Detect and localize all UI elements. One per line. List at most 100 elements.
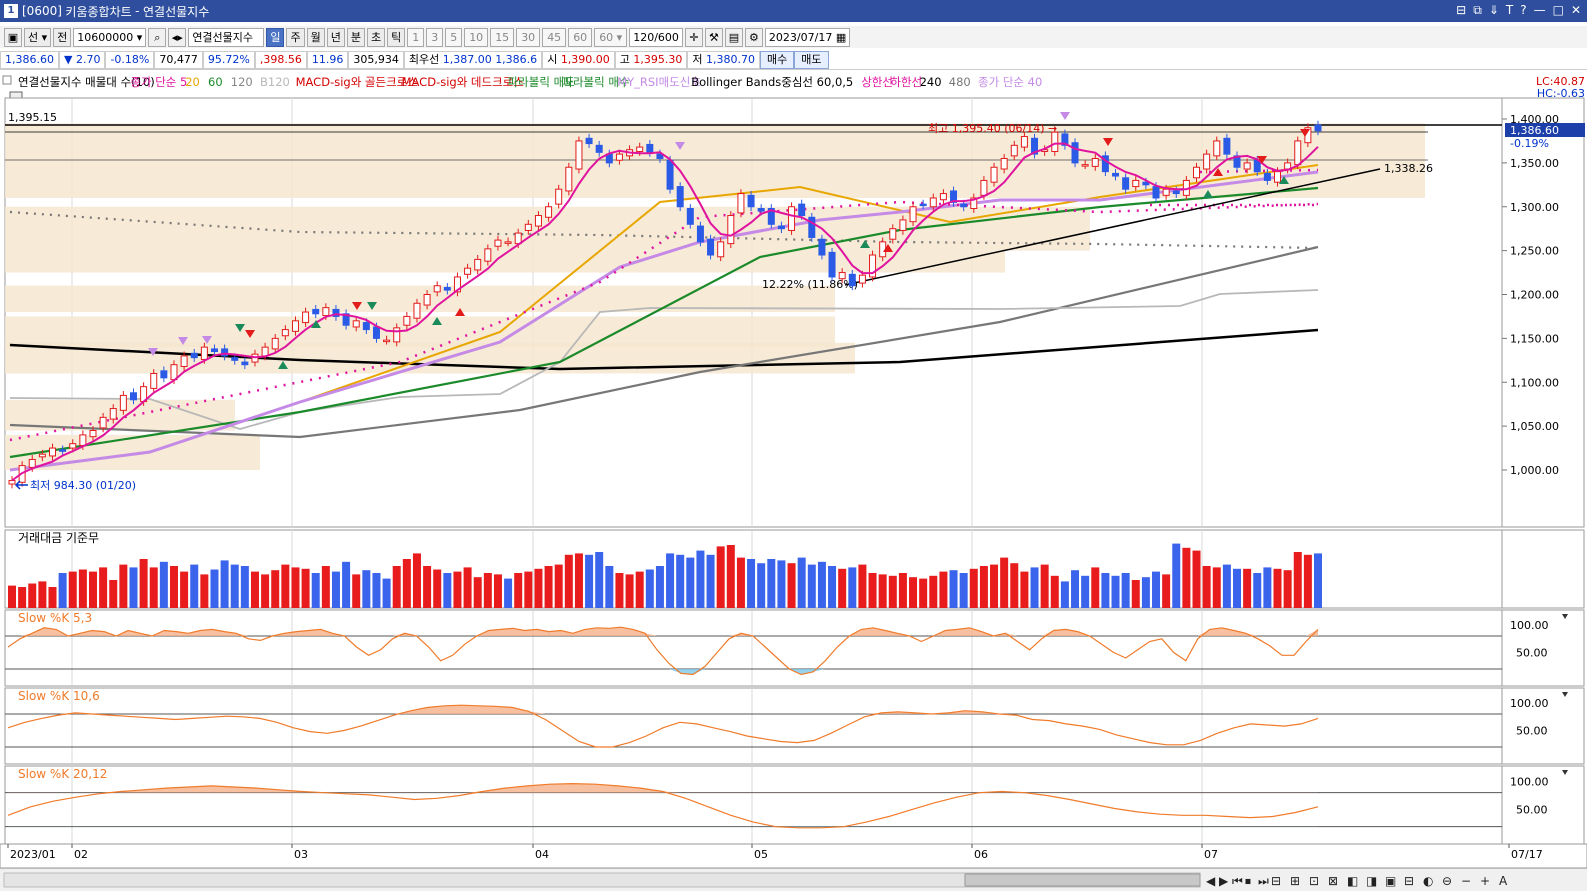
period-year-button[interactable]: 년 (326, 27, 345, 47)
chart-area[interactable]: 연결선물지수 매물대 수(10) 종가 단순 5 20 60 120 B120 MACD-s… (0, 72, 1587, 869)
bottom-tool-icon-7[interactable]: ⊡ (1309, 874, 1319, 888)
interval-1-button[interactable]: 1 (407, 27, 425, 47)
bottom-tool-icon-16[interactable]: + (1480, 874, 1490, 888)
chart-layout-icon[interactable]: ▣ (4, 27, 22, 47)
bottom-tool-icon-3[interactable]: ⏹ (1245, 874, 1251, 888)
candle-body (200, 346, 208, 360)
bottom-tool-icon-11[interactable]: ▣ (1385, 874, 1396, 888)
candle-body (929, 197, 937, 208)
bottom-tool-icon-6[interactable]: ⊞ (1290, 874, 1300, 888)
volume-bar (585, 554, 594, 608)
last-pct-tag: -0.19% (1510, 137, 1549, 150)
interval-15-button[interactable]: 15 (490, 27, 515, 47)
volume-bar (48, 587, 57, 608)
volume-bar (1101, 573, 1110, 608)
bottom-tool-icon-12[interactable]: ⊟ (1404, 874, 1414, 888)
volume-bar (271, 570, 280, 608)
bottom-tool-icon-13[interactable]: ◐ (1423, 874, 1433, 888)
interval-3-button[interactable]: 3 (426, 27, 444, 47)
x-axis-label-1: 02 (74, 848, 88, 861)
bottom-tool-icon-1[interactable]: ▶ (1219, 874, 1229, 888)
crosshair-icon[interactable]: ✛ (684, 27, 703, 47)
volume-bar (8, 585, 16, 608)
interval-60-button[interactable]: 60 (568, 27, 593, 47)
volume-bar (382, 578, 391, 608)
code-input[interactable]: 10600000 ▾ (73, 27, 147, 47)
bottom-tool-icon-5[interactable]: ⊟ (1271, 874, 1281, 888)
candle-body (393, 327, 401, 343)
candle-body (302, 311, 310, 324)
bottom-tool-icon-8[interactable]: ⊠ (1328, 874, 1338, 888)
legend-toggle-icon (2, 75, 12, 85)
date-field[interactable]: 2023/07/17 ▦ (764, 27, 851, 47)
horizontal-scroll-thumb[interactable] (964, 873, 1201, 887)
last-price-tag: 1,386.60 (1510, 124, 1559, 137)
volume-bar (473, 577, 482, 608)
instrument-name-field[interactable]: 연결선물지수 (188, 27, 265, 47)
candle-body (1051, 131, 1059, 152)
bottom-scrollbar[interactable]: ◀ ▶ ⏮ ⏹ ⏭ ⊟ ⊞ ⊡ ⊠ ◧ ◨ ▣ ⊟ ◐ ⊖ − + A (0, 868, 1587, 891)
window-close-button[interactable]: ✕ (1571, 3, 1581, 18)
save-icon[interactable]: ▤ (724, 27, 743, 47)
period-tick-button[interactable]: 틱 (387, 27, 406, 47)
best-label: 최우선 (408, 52, 440, 66)
line-type-select[interactable]: 선 ▾ (24, 27, 52, 47)
bottom-tool-icon-4[interactable]: ⏭ (1258, 874, 1269, 888)
period-week-button[interactable]: 주 (286, 27, 305, 47)
bottom-tool-icon-10[interactable]: ◨ (1366, 874, 1377, 888)
volume-bar (534, 568, 543, 608)
window-pin-icon[interactable]: ⇓ (1489, 3, 1499, 18)
period-second-button[interactable]: 초 (366, 27, 386, 47)
candle-body (281, 329, 289, 337)
trend-end-label: 1,338.26 (1384, 162, 1433, 175)
prev-button[interactable]: 전 (53, 27, 72, 47)
bottom-bar-svg[interactable]: ◀ ▶ ⏮ ⏹ ⏭ ⊟ ⊞ ⊡ ⊠ ◧ ◨ ▣ ⊟ ◐ ⊖ − + A (0, 869, 1587, 892)
sell-button[interactable]: 매도 (794, 50, 829, 69)
sound-icon[interactable]: ◂▸ (168, 27, 187, 47)
volume-bar (990, 564, 999, 608)
window-font-icon[interactable]: T (1506, 3, 1513, 18)
chart-svg[interactable]: 연결선물지수 매물대 수(10)종가 단순 520 60 120 B120 MACD-s… (0, 72, 1587, 869)
volume-bar (493, 574, 502, 608)
period-day-button[interactable]: 일 (266, 27, 285, 47)
volume-bar (453, 571, 462, 608)
bottom-tool-icon-14[interactable]: ⊖ (1442, 874, 1452, 888)
interval-5-button[interactable]: 5 (445, 27, 463, 47)
interval-select[interactable]: 60 ▾ (594, 27, 628, 47)
bottom-tool-icon-2[interactable]: ⏮ (1232, 874, 1243, 888)
window-help-icon[interactable]: ? (1520, 3, 1526, 18)
candle-body (413, 302, 421, 319)
interval-45-button[interactable]: 45 (542, 27, 567, 47)
volume-bar (706, 554, 715, 608)
bottom-tool-icon-17[interactable]: A (1499, 874, 1508, 888)
bottom-tool-icon-0[interactable]: ◀ (1206, 874, 1216, 888)
volume-bar (220, 560, 229, 608)
interval-30-button[interactable]: 30 (516, 27, 541, 47)
bar-count-field[interactable]: 120/600 (629, 27, 683, 47)
window-title-sep: - (135, 4, 140, 18)
window-cascade-icon[interactable]: ⧉ (1473, 3, 1482, 18)
window-minimize-button[interactable]: — (1534, 3, 1546, 18)
bottom-tool-icon-15[interactable]: − (1461, 874, 1471, 888)
window-maximize-button[interactable]: □ (1553, 3, 1564, 18)
tools-icon[interactable]: ⚒ (704, 27, 723, 47)
stoch-title-1: Slow %K 5,3 (18, 611, 92, 625)
period-month-button[interactable]: 월 (306, 27, 325, 47)
down-arrow-icon: ▼ (63, 52, 73, 66)
volume-bar (190, 564, 199, 608)
settings-gear-icon[interactable]: ⚙ (744, 27, 763, 47)
x-axis-label-3: 04 (535, 848, 549, 861)
volume-bar (362, 570, 371, 608)
bottom-tool-icon-9[interactable]: ◧ (1347, 874, 1358, 888)
volume-bar (696, 550, 705, 608)
search-icon[interactable]: ⌕ (148, 27, 167, 47)
period-minute-button[interactable]: 분 (346, 27, 365, 47)
candle-body (1263, 172, 1271, 181)
window-minimize-tray-icon[interactable]: ⊟ (1456, 3, 1466, 18)
buy-button[interactable]: 매수 (760, 50, 795, 69)
candle-body (1223, 137, 1231, 155)
interval-10-button[interactable]: 10 (464, 27, 489, 47)
volume-bar (18, 587, 27, 608)
volume-bar (1131, 580, 1140, 608)
open-label: 시 (547, 52, 558, 66)
